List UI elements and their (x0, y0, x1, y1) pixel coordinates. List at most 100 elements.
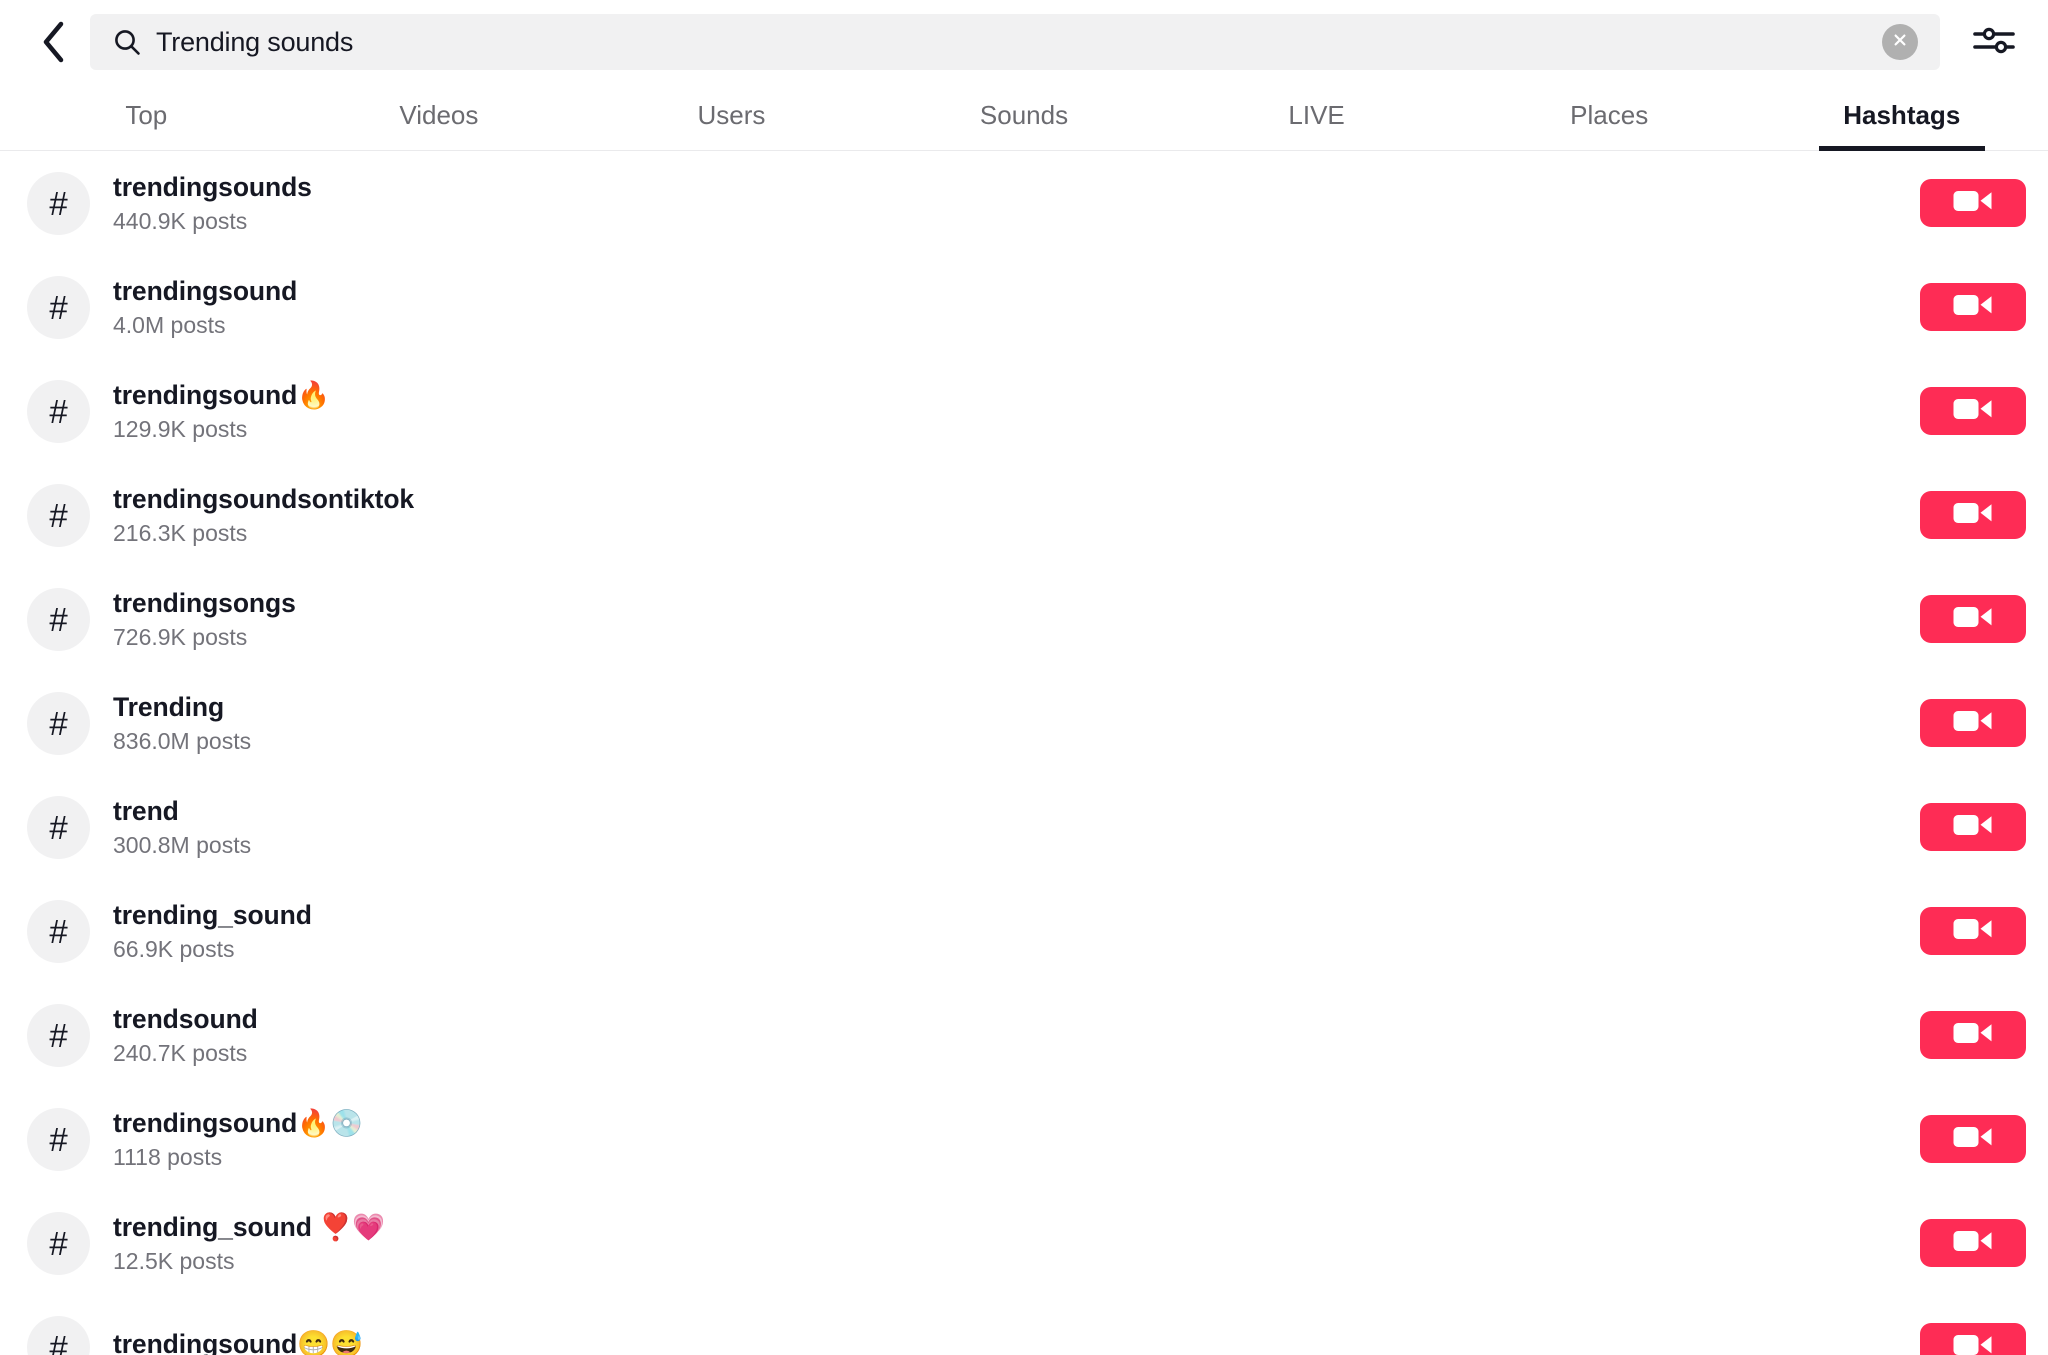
create-video-button[interactable] (1920, 1323, 2026, 1355)
create-video-button[interactable] (1920, 803, 2026, 851)
hashtag-post-count: 726.9K posts (113, 623, 248, 650)
video-camera-icon (1952, 499, 1994, 532)
hashtag-row-text: trendingsound😁😅 (113, 1329, 1920, 1355)
hashtag-row[interactable]: # Trending 836.0M posts (0, 671, 2048, 775)
hashtag-row-text: Trending 836.0M posts (113, 692, 1920, 754)
hashtag-row[interactable]: # trendingsoundsontiktok 216.3K posts (0, 463, 2048, 567)
create-video-button[interactable] (1920, 1219, 2026, 1267)
tab-places[interactable]: Places (1463, 84, 1756, 151)
hash-icon: # (49, 496, 68, 534)
create-video-button[interactable] (1920, 491, 2026, 539)
hashtag-name: trending_sound (113, 900, 312, 931)
video-camera-icon (1952, 395, 1994, 428)
sliders-filter-icon (1972, 23, 2016, 62)
back-button[interactable] (26, 14, 82, 70)
hashtag-avatar: # (27, 1211, 90, 1275)
tab-top[interactable]: Top (0, 84, 293, 151)
hashtag-post-count: 240.7K posts (113, 1039, 248, 1066)
video-camera-icon (1952, 1227, 1994, 1260)
tab-label: Top (125, 100, 168, 130)
hashtag-row[interactable]: # trend 300.8M posts (0, 775, 2048, 879)
hashtag-row-text: trendingsongs 726.9K posts (113, 588, 1920, 650)
search-field[interactable]: Trending sounds (90, 14, 1940, 70)
hash-icon: # (49, 288, 68, 326)
create-video-button[interactable] (1920, 1115, 2026, 1163)
clear-search-button[interactable] (1882, 24, 1918, 60)
hashtag-row[interactable]: # trendingsound😁😅 (0, 1295, 2048, 1355)
video-camera-icon (1952, 1123, 1994, 1156)
hashtag-name: Trending (113, 692, 225, 723)
create-video-button[interactable] (1920, 283, 2026, 331)
hashtag-post-count: 1118 posts (113, 1143, 223, 1170)
tab-label: Sounds (979, 100, 1069, 130)
video-camera-icon (1952, 915, 1994, 948)
tab-hashtags[interactable]: Hashtags (1755, 84, 2048, 151)
hashtag-row[interactable]: # trendingsound🔥💿 1118 posts (0, 1087, 2048, 1191)
hashtag-result-list[interactable]: # trendingsounds 440.9K posts # trendingsoun… (0, 151, 2048, 1355)
create-video-button[interactable] (1920, 179, 2026, 227)
hashtag-row[interactable]: # trendsound 240.7K posts (0, 983, 2048, 1087)
tab-videos[interactable]: Videos (293, 84, 586, 151)
hashtag-avatar: # (27, 1003, 90, 1067)
hashtag-name: trendingsound (113, 276, 298, 307)
hash-icon: # (49, 392, 68, 430)
create-video-button[interactable] (1920, 1011, 2026, 1059)
chevron-left-icon (39, 20, 69, 64)
search-input-value[interactable]: Trending sounds (156, 27, 353, 58)
create-video-button[interactable] (1920, 387, 2026, 435)
search-result-tabs: Top Videos Users Sounds LIVE Places Hash… (0, 84, 2048, 151)
video-camera-icon (1952, 1331, 1994, 1355)
hashtag-row-text: trendingsound 4.0M posts (113, 276, 1920, 338)
hashtag-avatar: # (27, 1107, 90, 1171)
hash-icon: # (49, 1016, 68, 1054)
hashtag-name: trend (113, 796, 179, 827)
tab-label: LIVE (1288, 100, 1345, 130)
hashtag-row[interactable]: # trendingsounds 440.9K posts (0, 151, 2048, 255)
tab-live[interactable]: LIVE (1170, 84, 1463, 151)
hashtag-row-text: trending_sound ❣️💗 12.5K posts (113, 1212, 1920, 1274)
hashtag-avatar: # (27, 275, 90, 339)
tab-sounds[interactable]: Sounds (878, 84, 1171, 151)
hash-icon: # (49, 184, 68, 222)
hashtag-post-count: 300.8M posts (113, 831, 252, 858)
hashtag-avatar: # (27, 379, 90, 443)
hash-icon: # (49, 1328, 68, 1355)
tab-label: Users (697, 100, 766, 130)
hashtag-post-count: 66.9K posts (113, 935, 235, 962)
create-video-button[interactable] (1920, 907, 2026, 955)
hashtag-avatar: # (27, 483, 90, 547)
hashtag-name: trendingsound🔥 (113, 380, 331, 411)
video-camera-icon (1952, 291, 1994, 324)
hashtag-post-count: 4.0M posts (113, 311, 226, 338)
hashtag-row[interactable]: # trending_sound 66.9K posts (0, 879, 2048, 983)
close-icon (1891, 31, 1909, 54)
hashtag-post-count: 12.5K posts (113, 1247, 235, 1274)
hashtag-name: trendsound (113, 1004, 258, 1035)
hash-icon: # (49, 1120, 68, 1158)
tab-users[interactable]: Users (585, 84, 878, 151)
tab-label: Places (1570, 100, 1649, 130)
hashtag-row-text: trendsound 240.7K posts (113, 1004, 1920, 1066)
create-video-button[interactable] (1920, 595, 2026, 643)
hashtag-avatar: # (27, 899, 90, 963)
hashtag-row-text: trendingsounds 440.9K posts (113, 172, 1920, 234)
hashtag-row[interactable]: # trendingsound 4.0M posts (0, 255, 2048, 359)
video-camera-icon (1952, 1019, 1994, 1052)
hashtag-row-text: trendingsound🔥 129.9K posts (113, 380, 1920, 442)
hashtag-row[interactable]: # trending_sound ❣️💗 12.5K posts (0, 1191, 2048, 1295)
hashtag-row[interactable]: # trendingsongs 726.9K posts (0, 567, 2048, 671)
hashtag-name: trending_sound ❣️💗 (113, 1212, 385, 1243)
search-header: Trending sounds (0, 0, 2048, 84)
hashtag-name: trendingsound🔥💿 (113, 1108, 363, 1139)
hashtag-avatar: # (27, 171, 90, 235)
search-filter-button[interactable] (1968, 16, 2020, 68)
hashtag-row-text: trend 300.8M posts (113, 796, 1920, 858)
search-icon (112, 27, 142, 57)
hash-icon: # (49, 600, 68, 638)
video-camera-icon (1952, 603, 1994, 636)
hash-icon: # (49, 912, 68, 950)
hashtag-name: trendingsound😁😅 (113, 1329, 363, 1355)
hashtag-name: trendingsongs (113, 588, 296, 619)
hashtag-row[interactable]: # trendingsound🔥 129.9K posts (0, 359, 2048, 463)
create-video-button[interactable] (1920, 699, 2026, 747)
